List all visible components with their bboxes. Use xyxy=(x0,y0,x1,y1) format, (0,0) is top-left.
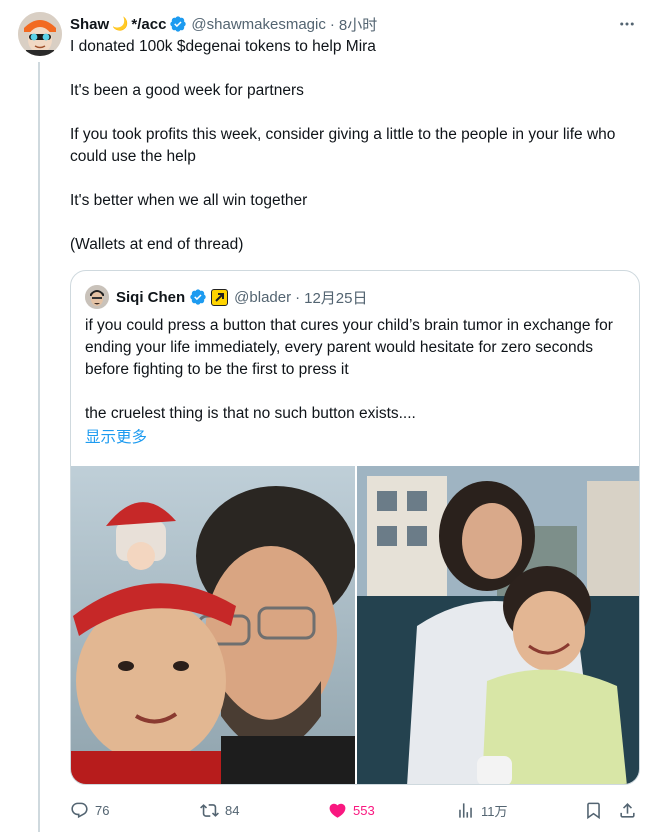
tweet-paragraph: (Wallets at end of thread) xyxy=(70,236,244,253)
bookmark-button[interactable] xyxy=(584,798,609,822)
quoted-photo-1[interactable] xyxy=(71,466,355,784)
more-icon[interactable] xyxy=(617,14,637,34)
tweet-header: Shaw 🌙 */acc @shawmakesmagic · 8小时 xyxy=(70,14,377,34)
thread-line xyxy=(38,62,40,832)
reply-button[interactable]: 76 xyxy=(70,798,109,822)
verified-badge-icon xyxy=(170,16,187,32)
like-icon xyxy=(329,803,346,818)
quoted-paragraph: if you could press a button that cures y… xyxy=(85,317,613,378)
show-more-link[interactable]: 显示更多 xyxy=(85,425,147,447)
share-button[interactable] xyxy=(618,798,643,822)
views-icon xyxy=(459,802,472,818)
bookmark-icon xyxy=(587,802,600,819)
affiliate-badge-icon xyxy=(211,288,229,306)
tweet-paragraph: It's been a good week for partners xyxy=(70,82,304,99)
quoted-tweet[interactable]: Siqi Chen @blader · 12月25日 if you could … xyxy=(70,270,640,785)
repost-button[interactable]: 84 xyxy=(200,798,239,822)
reply-count: 76 xyxy=(95,802,110,818)
like-count: 553 xyxy=(353,802,375,818)
quoted-tweet-text: if you could press a button that cures y… xyxy=(85,315,625,425)
quoted-paragraph: the cruelest thing is that no such butto… xyxy=(85,405,416,422)
author-name-suffix[interactable]: */acc xyxy=(131,16,166,33)
author-avatar[interactable] xyxy=(18,12,62,56)
tweet-timestamp[interactable]: 8小时 xyxy=(339,14,377,35)
quoted-photo-2[interactable] xyxy=(357,466,639,784)
header-separator: · xyxy=(329,15,335,33)
quoted-header-separator: · xyxy=(295,288,301,306)
verified-badge-icon xyxy=(190,289,206,305)
quoted-author-avatar[interactable] xyxy=(85,285,109,309)
reply-icon xyxy=(71,802,88,818)
quoted-tweet-date[interactable]: 12月25日 xyxy=(304,287,367,308)
quoted-tweet-header: Siqi Chen @blader · 12月25日 xyxy=(85,285,367,309)
views-button[interactable]: 11万 xyxy=(456,798,508,822)
tweet-action-bar: 76 84 553 11万 xyxy=(70,798,642,822)
tweet-paragraph: It's better when we all win together xyxy=(70,192,308,209)
repost-count: 84 xyxy=(225,802,240,818)
tweet-paragraph: I donated 100k $degenai tokens to help M… xyxy=(70,38,376,55)
tweet-paragraph: If you took profits this week, consider … xyxy=(70,126,616,165)
repost-icon xyxy=(200,803,219,817)
tweet-text: I donated 100k $degenai tokens to help M… xyxy=(70,36,642,256)
views-count: 11万 xyxy=(481,803,508,819)
author-name[interactable]: Shaw xyxy=(70,16,109,33)
quoted-author-name[interactable]: Siqi Chen xyxy=(116,289,185,306)
crescent-moon-icon: 🌙 xyxy=(112,16,129,31)
author-handle[interactable]: @shawmakesmagic xyxy=(191,16,325,33)
like-button[interactable]: 553 xyxy=(328,798,375,822)
quoted-author-handle[interactable]: @blader xyxy=(234,289,291,306)
share-icon xyxy=(620,802,635,818)
